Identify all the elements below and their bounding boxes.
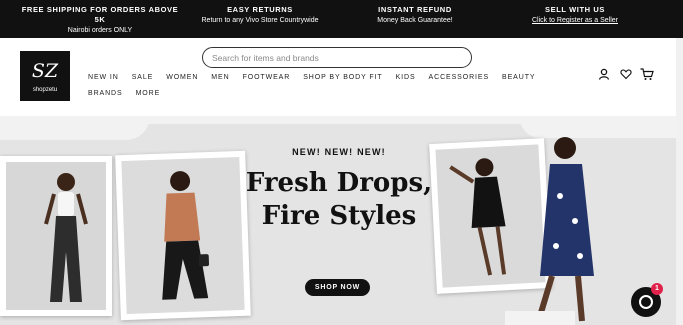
promo-title: EASY RETURNS (227, 5, 293, 14)
nav-item-footwear[interactable]: FOOTWEAR (243, 70, 291, 86)
promo-free-shipping: FREE SHIPPING FOR ORDERS ABOVE 5K Nairob… (20, 5, 180, 36)
promo-subtitle: Nairobi orders ONLY (67, 27, 133, 34)
page: FREE SHIPPING FOR ORDERS ABOVE 5K Nairob… (0, 0, 683, 325)
promo-title: FREE SHIPPING FOR ORDERS ABOVE 5K (21, 5, 179, 24)
main-nav: NEW IN SALE WOMEN MEN FOOTWEAR SHOP BY BODY F… (88, 70, 568, 102)
promo-easy-returns: EASY RETURNS Return to any Vivo Store Co… (190, 5, 330, 26)
promo-instant-refund: INSTANT REFUND Money Back Guarantee! (345, 5, 485, 26)
promo-subtitle: Money Back Guarantee! (377, 17, 453, 24)
chat-icon (639, 295, 653, 309)
page-scrollbar[interactable] (676, 38, 683, 325)
nav-item-sale[interactable]: SALE (132, 70, 154, 86)
chat-unread-badge: 1 (651, 283, 663, 295)
cart-icon[interactable] (640, 68, 654, 81)
nav-item-shop-by-body-fit[interactable]: SHOP BY BODY FIT (303, 70, 382, 86)
headline-line-2: Fire Styles (261, 201, 417, 231)
nav-item-more[interactable]: MORE (136, 86, 161, 102)
nav-item-brands[interactable]: BRANDS (88, 86, 123, 102)
header-icons (598, 68, 668, 84)
shop-now-button[interactable]: SHOP NOW (305, 279, 370, 296)
register-seller-link[interactable]: Click to Register as a Seller (500, 16, 650, 26)
shopzetu-logo[interactable]: SZ shopzetu (20, 51, 70, 101)
site-header: SZ shopzetu NEW IN SALE WOMEN MEN FOOTWEAR SH… (0, 38, 683, 116)
logo-mark: SZ (31, 60, 59, 82)
photo-area (6, 162, 106, 310)
nav-item-women[interactable]: WOMEN (166, 70, 198, 86)
hero-headline: Fresh Drops, Fire Styles (226, 167, 452, 233)
nav-item-kids[interactable]: KIDS (396, 70, 416, 86)
promo-subtitle: Return to any Vivo Store Countrywide (201, 17, 319, 24)
model-photo-1 (0, 156, 112, 316)
display-pedestal (505, 311, 575, 325)
model-figure-4 (537, 137, 594, 322)
nav-item-accessories[interactable]: ACCESSORIES (429, 70, 489, 86)
hero-tagline: NEW! NEW! NEW! (292, 147, 386, 157)
nav-item-men[interactable]: MEN (211, 70, 229, 86)
promo-title: INSTANT REFUND (378, 5, 452, 14)
torn-paper-accent (0, 116, 150, 140)
logo-text: shopzetu (32, 87, 58, 93)
headline-line-1: Fresh Drops, (245, 168, 433, 198)
nav-item-beauty[interactable]: BEAUTY (502, 70, 535, 86)
account-icon[interactable] (598, 68, 610, 80)
promo-title: SELL WITH US (545, 5, 605, 14)
search-input[interactable] (202, 47, 472, 68)
promo-sell-with-us: SELL WITH US Click to Register as a Sell… (500, 5, 650, 26)
wishlist-heart-icon[interactable] (620, 68, 632, 80)
nav-item-new-in[interactable]: NEW IN (88, 70, 119, 86)
promo-bar: FREE SHIPPING FOR ORDERS ABOVE 5K Nairob… (0, 0, 683, 38)
